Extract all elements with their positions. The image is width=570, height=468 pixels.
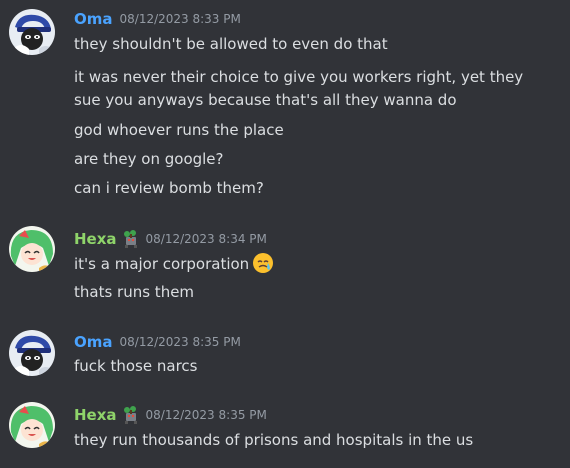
message-text: fuck those narcs [74,357,198,375]
message-text: they shouldn't be allowed to even do tha… [74,35,388,53]
clover-robot-badge-icon[interactable] [121,229,141,249]
message-text-content: it's a major corporation [74,255,250,273]
avatar-oma[interactable] [9,330,55,376]
message-text: it was never their choice to give you wo… [74,68,524,109]
avatar-hexa[interactable] [9,402,55,448]
message-header: Hexa 08/12/2023 8:34 PM [74,229,267,249]
avatar-oma[interactable] [9,9,55,55]
timestamp[interactable]: 08/12/2023 8:35 PM [146,405,267,425]
username[interactable]: Hexa [74,405,117,425]
message-header: Oma 08/12/2023 8:33 PM [74,9,241,29]
hexa-avatar-icon [9,226,55,272]
timestamp[interactable]: 08/12/2023 8:34 PM [146,229,267,249]
message-text: it's a major corporation [74,252,554,276]
message-text: can i review bomb them? [74,179,264,197]
oma-avatar-icon [9,330,55,376]
username[interactable]: Oma [74,9,113,29]
message-text: they run thousands of prisons and hospit… [74,431,474,449]
message-header: Oma 08/12/2023 8:35 PM [74,332,241,352]
message-text: god whoever runs the place [74,121,284,139]
crying-sweat-emoji-icon[interactable] [252,252,274,274]
oma-avatar-icon [9,9,55,55]
timestamp[interactable]: 08/12/2023 8:35 PM [120,332,241,352]
avatar-hexa[interactable] [9,226,55,272]
clover-robot-badge-icon[interactable] [121,405,141,425]
username[interactable]: Hexa [74,229,117,249]
timestamp[interactable]: 08/12/2023 8:33 PM [120,9,241,29]
hexa-avatar-icon [9,402,55,448]
username[interactable]: Oma [74,332,113,352]
message-header: Hexa 08/12/2023 8:35 PM [74,405,267,425]
message-text: thats runs them [74,283,195,301]
message-text: are they on google? [74,150,224,168]
